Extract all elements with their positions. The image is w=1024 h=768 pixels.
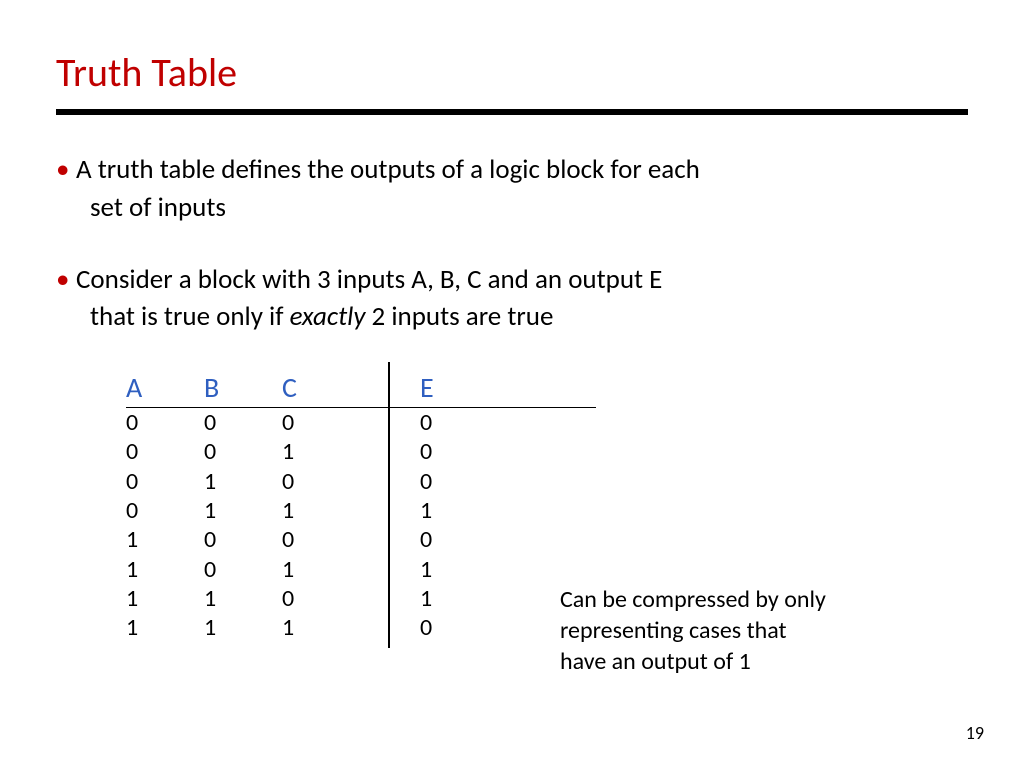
bullet-2-line2: that is true only if exactly 2 inputs ar… xyxy=(56,298,968,336)
cell: 0 xyxy=(420,437,498,466)
cell: 0 xyxy=(282,408,360,437)
bullet-2: •Consider a block with 3 inputs A, B, C … xyxy=(56,261,968,337)
cell: 1 xyxy=(126,555,204,584)
table-row: 0 1 0 0 xyxy=(126,467,596,496)
cell: 0 xyxy=(420,525,498,554)
cell: 0 xyxy=(420,613,498,642)
cell: 1 xyxy=(126,613,204,642)
title-rule xyxy=(56,109,968,115)
cell: 1 xyxy=(204,584,282,613)
cell: 0 xyxy=(204,525,282,554)
bullet-2-line1: Consider a block with 3 inputs A, B, C a… xyxy=(76,263,662,296)
cell: 0 xyxy=(204,437,282,466)
slide: Truth Table •A truth table defines the o… xyxy=(0,0,1024,768)
cell: 0 xyxy=(420,467,498,496)
bullet-1: •A truth table defines the outputs of a … xyxy=(56,151,968,227)
col-header-C: C xyxy=(282,370,360,407)
note-line2: representing cases that xyxy=(560,615,920,646)
cell: 0 xyxy=(126,437,204,466)
cell: 1 xyxy=(420,555,498,584)
col-header-E: E xyxy=(420,370,498,407)
cell: 1 xyxy=(204,467,282,496)
cell: 1 xyxy=(282,555,360,584)
cell: 0 xyxy=(126,496,204,525)
table-row: 1 1 0 1 xyxy=(126,584,596,613)
cell: 1 xyxy=(126,584,204,613)
bullet-dot-icon: • xyxy=(56,151,76,189)
bullet-1-line1: A truth table defines the outputs of a l… xyxy=(76,153,700,186)
bullet-dot-icon: • xyxy=(56,261,76,299)
bullet-1-line2: set of inputs xyxy=(56,189,968,227)
bullet-2-line2-pre: that is true only if xyxy=(90,300,290,333)
compression-note: Can be compressed by only representing c… xyxy=(560,584,920,678)
cell: 0 xyxy=(204,555,282,584)
cell: 1 xyxy=(420,496,498,525)
bullet-list: •A truth table defines the outputs of a … xyxy=(56,151,968,336)
cell: 0 xyxy=(420,408,498,437)
cell: 1 xyxy=(204,496,282,525)
cell: 0 xyxy=(204,408,282,437)
table-vertical-separator xyxy=(388,362,390,648)
table-row: 1 1 1 0 xyxy=(126,613,596,642)
col-header-B: B xyxy=(204,370,282,407)
cell: 0 xyxy=(282,584,360,613)
table-row: 1 0 0 0 xyxy=(126,525,596,554)
cell: 1 xyxy=(420,584,498,613)
table-row: 0 1 1 1 xyxy=(126,496,596,525)
cell: 0 xyxy=(126,408,204,437)
table-body: 0 0 0 0 0 0 1 0 0 1 0 0 0 1 xyxy=(126,408,596,642)
slide-title: Truth Table xyxy=(56,48,968,97)
bullet-2-line2-em: exactly xyxy=(290,300,366,333)
note-line1: Can be compressed by only xyxy=(560,584,920,615)
cell: 1 xyxy=(126,525,204,554)
table-row: 0 0 0 0 xyxy=(126,408,596,437)
cell: 1 xyxy=(282,437,360,466)
cell: 0 xyxy=(282,467,360,496)
note-line3: have an output of 1 xyxy=(560,646,920,677)
cell: 0 xyxy=(282,525,360,554)
table-row: 0 0 1 0 xyxy=(126,437,596,466)
cell: 1 xyxy=(282,613,360,642)
table-header-row: A B C E xyxy=(126,370,596,407)
col-gap xyxy=(360,370,420,407)
table-row: 1 0 1 1 xyxy=(126,555,596,584)
bullet-2-line2-post: 2 inputs are true xyxy=(365,300,553,333)
page-number: 19 xyxy=(966,722,984,744)
cell: 0 xyxy=(126,467,204,496)
cell: 1 xyxy=(204,613,282,642)
col-header-A: A xyxy=(126,370,204,407)
cell: 1 xyxy=(282,496,360,525)
truth-table: A B C E 0 0 0 0 0 0 1 0 0 xyxy=(126,370,596,642)
